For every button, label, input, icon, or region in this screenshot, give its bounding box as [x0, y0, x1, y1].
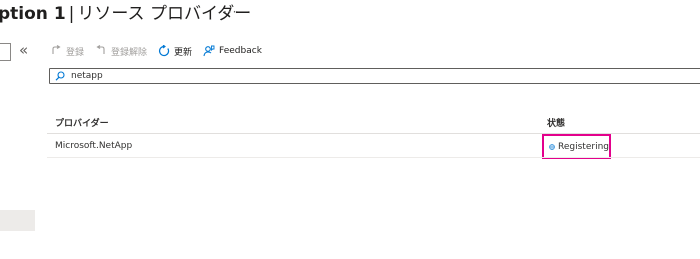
feedback-icon [203, 45, 215, 57]
unregister-label: 登録解除 [111, 47, 148, 58]
refresh-button[interactable]: 更新 [158, 45, 192, 58]
status-text: Registering [558, 141, 609, 152]
feedback-button[interactable]: Feedback [203, 45, 262, 57]
feedback-label: Feedback [219, 46, 262, 56]
unregister-icon [96, 45, 105, 54]
register-icon [52, 45, 61, 54]
globe-icon [549, 143, 555, 150]
column-header-status[interactable]: 状態 [547, 116, 565, 129]
collapse-sidebar-button[interactable]: « [19, 41, 28, 59]
register-label: 登録 [66, 47, 85, 58]
sidebar-selected-item[interactable] [0, 210, 35, 231]
search-input[interactable] [71, 70, 671, 82]
provider-name-cell[interactable]: Microsoft.NetApp [55, 141, 132, 151]
table-row-divider [47, 157, 700, 158]
page-title: ption 1 | リソース プロバイダー [0, 2, 251, 26]
page-title-prefix: ption 1 [0, 4, 66, 24]
command-bar: 登録 登録解除 更新 Feedback [50, 41, 273, 61]
page-title-separator: | [68, 4, 75, 24]
refresh-label: 更新 [174, 47, 193, 58]
register-button[interactable]: 登録 [50, 45, 84, 58]
unregister-button[interactable]: 登録解除 [95, 45, 147, 58]
refresh-icon [159, 45, 170, 57]
search-box[interactable] [49, 68, 700, 84]
column-header-provider[interactable]: プロバイダー [55, 116, 109, 129]
status-badge: Registering [542, 134, 611, 159]
more-options-button[interactable]: ··· [223, 5, 237, 19]
sidebar-search-box[interactable] [0, 43, 11, 61]
search-icon [55, 71, 65, 81]
